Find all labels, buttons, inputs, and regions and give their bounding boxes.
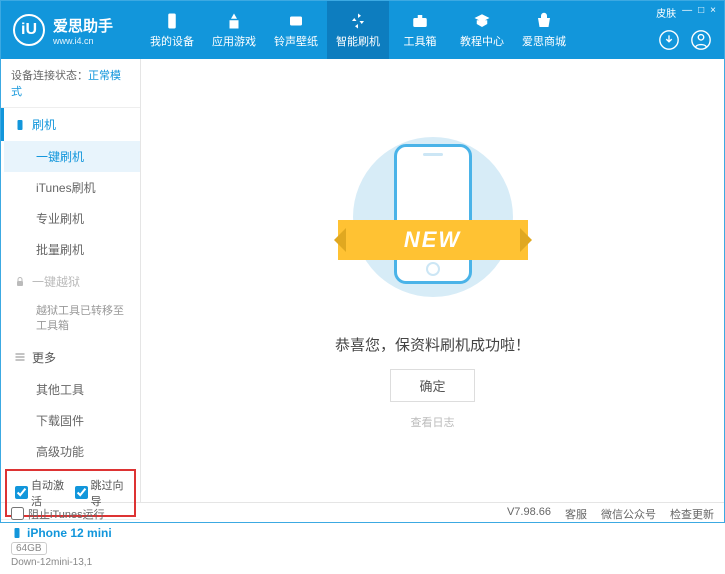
- user-icon[interactable]: [690, 29, 712, 51]
- sidebar: 设备连接状态：正常模式 刷机 一键刷机 iTunes刷机 专业刷机 批量刷机 一…: [1, 59, 141, 502]
- main-content: NEW 恭喜您，保资料刷机成功啦！ 确定 查看日志: [141, 59, 724, 502]
- menu-icon: [14, 351, 26, 363]
- sidebar-item-batch-flash[interactable]: 批量刷机: [4, 234, 140, 265]
- block-itunes-checkbox[interactable]: 阻止iTunes运行: [11, 506, 105, 522]
- phone-icon: [14, 119, 26, 131]
- device-info[interactable]: iPhone 12 mini 64GB Down-12mini-13,1: [1, 519, 140, 574]
- device-model: Down-12mini-13,1: [11, 557, 130, 568]
- connection-status: 设备连接状态：正常模式: [1, 59, 140, 108]
- logo-icon: iU: [13, 14, 45, 46]
- new-ribbon: NEW: [338, 220, 528, 260]
- phone-illustration: NEW: [343, 132, 523, 312]
- tab-toolbox[interactable]: 工具箱: [389, 1, 451, 59]
- tab-apps[interactable]: 应用游戏: [203, 1, 265, 59]
- sidebar-item-other-tools[interactable]: 其他工具: [4, 374, 140, 405]
- jailbreak-note: 越狱工具已转移至工具箱: [4, 298, 140, 341]
- ok-button[interactable]: 确定: [390, 369, 474, 402]
- device-capacity: 64GB: [11, 542, 47, 555]
- sidebar-head-flash[interactable]: 刷机: [1, 108, 140, 141]
- app-title: 爱思助手: [53, 15, 113, 36]
- skin-button[interactable]: 皮肤: [656, 5, 676, 20]
- logo-area: iU 爱思助手 www.i4.cn: [1, 14, 141, 46]
- nav-tabs: 我的设备 应用游戏 铃声壁纸 智能刷机 工具箱 教程中心 爱思商城: [141, 1, 575, 59]
- window-controls: 皮肤 — □ ×: [656, 5, 716, 20]
- version-label: V7.98.66: [507, 506, 551, 522]
- service-link[interactable]: 客服: [565, 506, 587, 522]
- close-button[interactable]: ×: [710, 5, 716, 20]
- sidebar-item-download-fw[interactable]: 下载固件: [4, 405, 140, 436]
- update-link[interactable]: 检查更新: [670, 506, 714, 522]
- device-icon: [11, 527, 23, 539]
- maximize-button[interactable]: □: [698, 5, 704, 20]
- tab-flash[interactable]: 智能刷机: [327, 1, 389, 59]
- sidebar-item-pro-flash[interactable]: 专业刷机: [4, 203, 140, 234]
- sidebar-item-oneclick-flash[interactable]: 一键刷机: [4, 141, 140, 172]
- view-log-link[interactable]: 查看日志: [411, 414, 455, 430]
- minimize-button[interactable]: —: [682, 5, 692, 20]
- app-header: iU 爱思助手 www.i4.cn 我的设备 应用游戏 铃声壁纸 智能刷机 工具…: [1, 1, 724, 59]
- wechat-link[interactable]: 微信公众号: [601, 506, 656, 522]
- tab-ringtones[interactable]: 铃声壁纸: [265, 1, 327, 59]
- success-message: 恭喜您，保资料刷机成功啦！: [335, 334, 530, 355]
- sidebar-head-more[interactable]: 更多: [4, 341, 140, 374]
- sidebar-item-itunes-flash[interactable]: iTunes刷机: [4, 172, 140, 203]
- download-icon[interactable]: [658, 29, 680, 51]
- auto-activate-checkbox[interactable]: 自动激活: [15, 477, 67, 509]
- lock-icon: [14, 276, 26, 288]
- sidebar-head-jailbreak[interactable]: 一键越狱: [4, 265, 140, 298]
- app-url: www.i4.cn: [53, 36, 113, 46]
- tab-tutorials[interactable]: 教程中心: [451, 1, 513, 59]
- tab-store[interactable]: 爱思商城: [513, 1, 575, 59]
- skip-guide-checkbox[interactable]: 跳过向导: [75, 477, 127, 509]
- sidebar-item-advanced[interactable]: 高级功能: [4, 436, 140, 467]
- header-action-icons: [658, 29, 712, 51]
- tab-my-device[interactable]: 我的设备: [141, 1, 203, 59]
